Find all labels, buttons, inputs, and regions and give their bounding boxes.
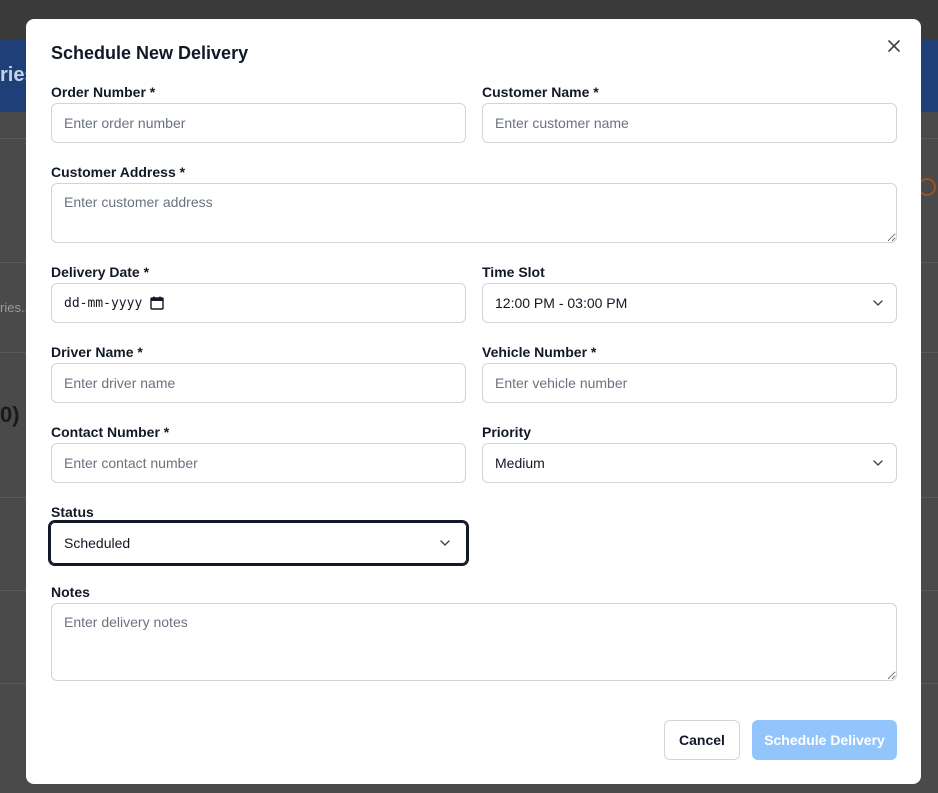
customer-name-label: Customer Name *: [482, 84, 599, 100]
customer-name-field: Customer Name *: [482, 83, 897, 143]
priority-select[interactable]: Medium: [482, 443, 897, 483]
vehicle-number-field: Vehicle Number *: [482, 343, 897, 403]
notes-input[interactable]: [51, 603, 897, 681]
customer-address-label: Customer Address *: [51, 164, 186, 180]
delivery-date-label: Delivery Date *: [51, 264, 150, 280]
delivery-date-value: dd-mm-yyyy: [64, 295, 143, 311]
time-slot-select[interactable]: 12:00 PM - 03:00 PM: [482, 283, 897, 323]
chevron-down-icon: [873, 300, 883, 306]
priority-field: Priority Medium: [482, 423, 897, 483]
driver-name-label: Driver Name *: [51, 344, 143, 360]
contact-number-field: Contact Number *: [51, 423, 466, 483]
contact-number-input[interactable]: [51, 443, 466, 483]
close-icon: [888, 40, 900, 52]
calendar-icon[interactable]: [150, 296, 164, 310]
time-slot-value: 12:00 PM - 03:00 PM: [495, 295, 628, 311]
status-field: Status Scheduled: [48, 503, 469, 566]
schedule-delivery-modal: Schedule New Delivery Order Number * Cus…: [26, 19, 921, 784]
time-slot-label: Time Slot: [482, 264, 545, 280]
driver-name-field: Driver Name *: [51, 343, 466, 403]
customer-address-field: Customer Address *: [51, 163, 897, 248]
status-value: Scheduled: [64, 535, 131, 551]
order-number-input[interactable]: [51, 103, 466, 143]
background-count-text: 0): [0, 402, 20, 427]
delivery-date-field: Delivery Date * dd-mm-yyyy: [51, 263, 466, 323]
driver-name-input[interactable]: [51, 363, 466, 403]
order-number-label: Order Number *: [51, 84, 156, 100]
status-select[interactable]: Scheduled: [48, 520, 469, 566]
vehicle-number-label: Vehicle Number *: [482, 344, 597, 360]
order-number-field: Order Number *: [51, 83, 466, 143]
vehicle-number-input[interactable]: [482, 363, 897, 403]
notes-label: Notes: [51, 584, 90, 600]
customer-name-input[interactable]: [482, 103, 897, 143]
time-slot-field: Time Slot 12:00 PM - 03:00 PM: [482, 263, 897, 323]
cancel-button[interactable]: Cancel: [664, 720, 740, 760]
delivery-date-input[interactable]: dd-mm-yyyy: [51, 283, 466, 323]
notes-field: Notes: [51, 583, 897, 686]
chevron-down-icon: [873, 460, 883, 466]
contact-number-label: Contact Number *: [51, 424, 170, 440]
status-label: Status: [51, 504, 94, 520]
customer-address-input[interactable]: [51, 183, 897, 243]
priority-label: Priority: [482, 424, 532, 440]
close-button[interactable]: [883, 35, 905, 57]
priority-value: Medium: [495, 455, 545, 471]
schedule-delivery-button[interactable]: Schedule Delivery: [752, 720, 897, 760]
modal-title: Schedule New Delivery: [51, 43, 249, 63]
chevron-down-icon: [440, 540, 450, 546]
